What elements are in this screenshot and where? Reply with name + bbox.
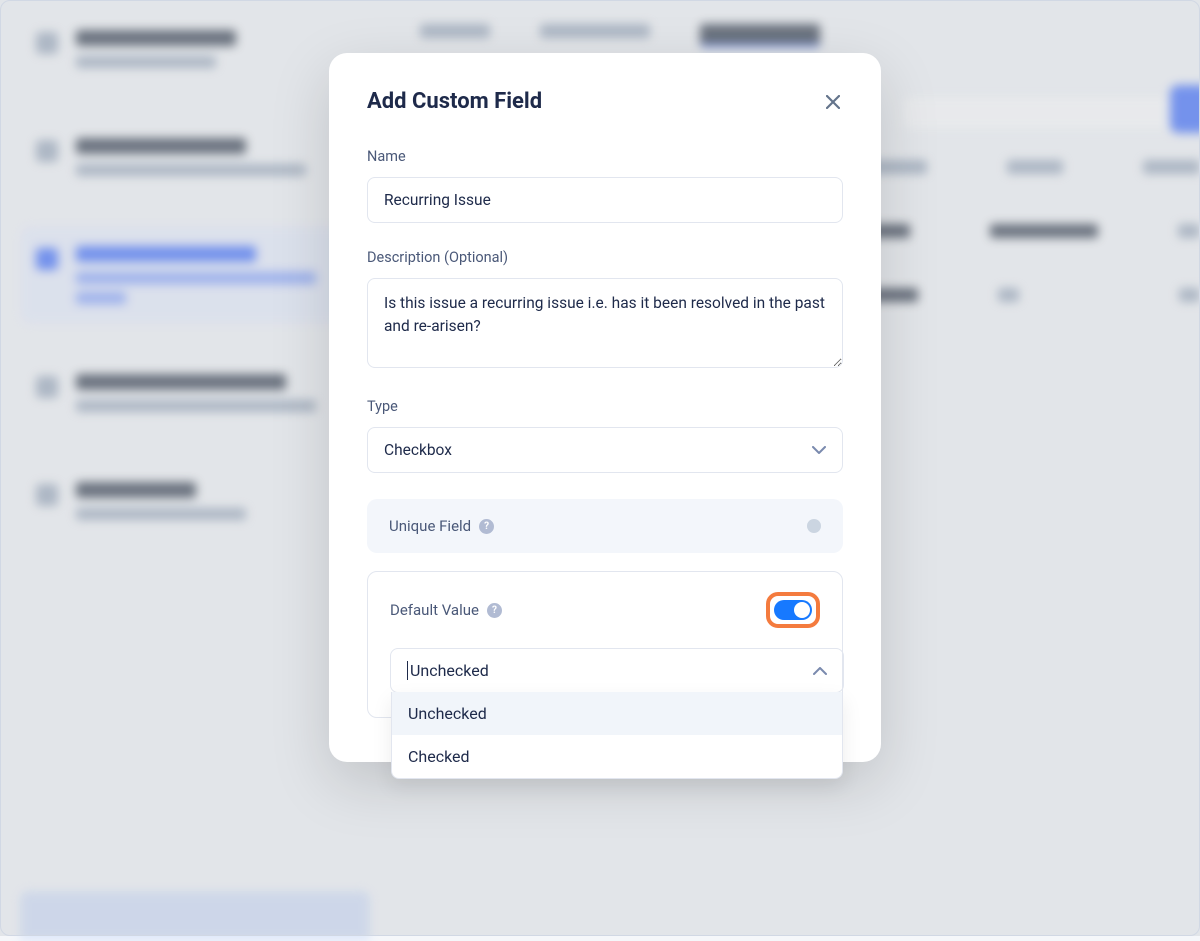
name-input[interactable] — [367, 177, 843, 223]
unique-field-indicator[interactable] — [807, 519, 821, 533]
default-value-card: Default Value ? Unchecked Unchecked Chec… — [367, 571, 843, 718]
type-value: Checkbox — [384, 441, 452, 459]
type-field-group: Type Checkbox — [367, 398, 843, 473]
modal-header: Add Custom Field — [367, 89, 843, 114]
add-custom-field-modal: Add Custom Field Name Description (Optio… — [329, 53, 881, 762]
chevron-down-icon — [812, 446, 826, 454]
default-value-label: Default Value ? — [390, 601, 502, 619]
description-field-group: Description (Optional) — [367, 249, 843, 372]
help-icon[interactable]: ? — [487, 603, 502, 618]
name-field-group: Name — [367, 148, 843, 223]
default-value-select[interactable]: Unchecked — [391, 649, 843, 692]
close-button[interactable] — [823, 92, 843, 112]
toggle-highlight — [766, 592, 820, 628]
type-label: Type — [367, 398, 843, 415]
help-icon[interactable]: ? — [479, 519, 494, 534]
default-value-selected: Unchecked — [407, 661, 489, 680]
name-label: Name — [367, 148, 843, 165]
default-value-header: Default Value ? — [390, 592, 820, 628]
chevron-up-icon — [813, 667, 827, 675]
default-value-combo: Unchecked Unchecked Checked — [390, 648, 844, 693]
option-unchecked[interactable]: Unchecked — [392, 692, 842, 735]
option-checked[interactable]: Checked — [392, 735, 842, 778]
default-value-dropdown: Unchecked Checked — [391, 692, 843, 779]
unique-field-label: Unique Field ? — [389, 517, 494, 535]
close-icon — [826, 95, 840, 109]
description-label: Description (Optional) — [367, 249, 843, 266]
type-select[interactable]: Checkbox — [367, 427, 843, 473]
description-input[interactable] — [367, 278, 843, 368]
unique-field-card: Unique Field ? — [367, 499, 843, 553]
default-value-toggle[interactable] — [774, 600, 812, 620]
modal-title: Add Custom Field — [367, 89, 542, 114]
toggle-knob — [794, 602, 810, 618]
